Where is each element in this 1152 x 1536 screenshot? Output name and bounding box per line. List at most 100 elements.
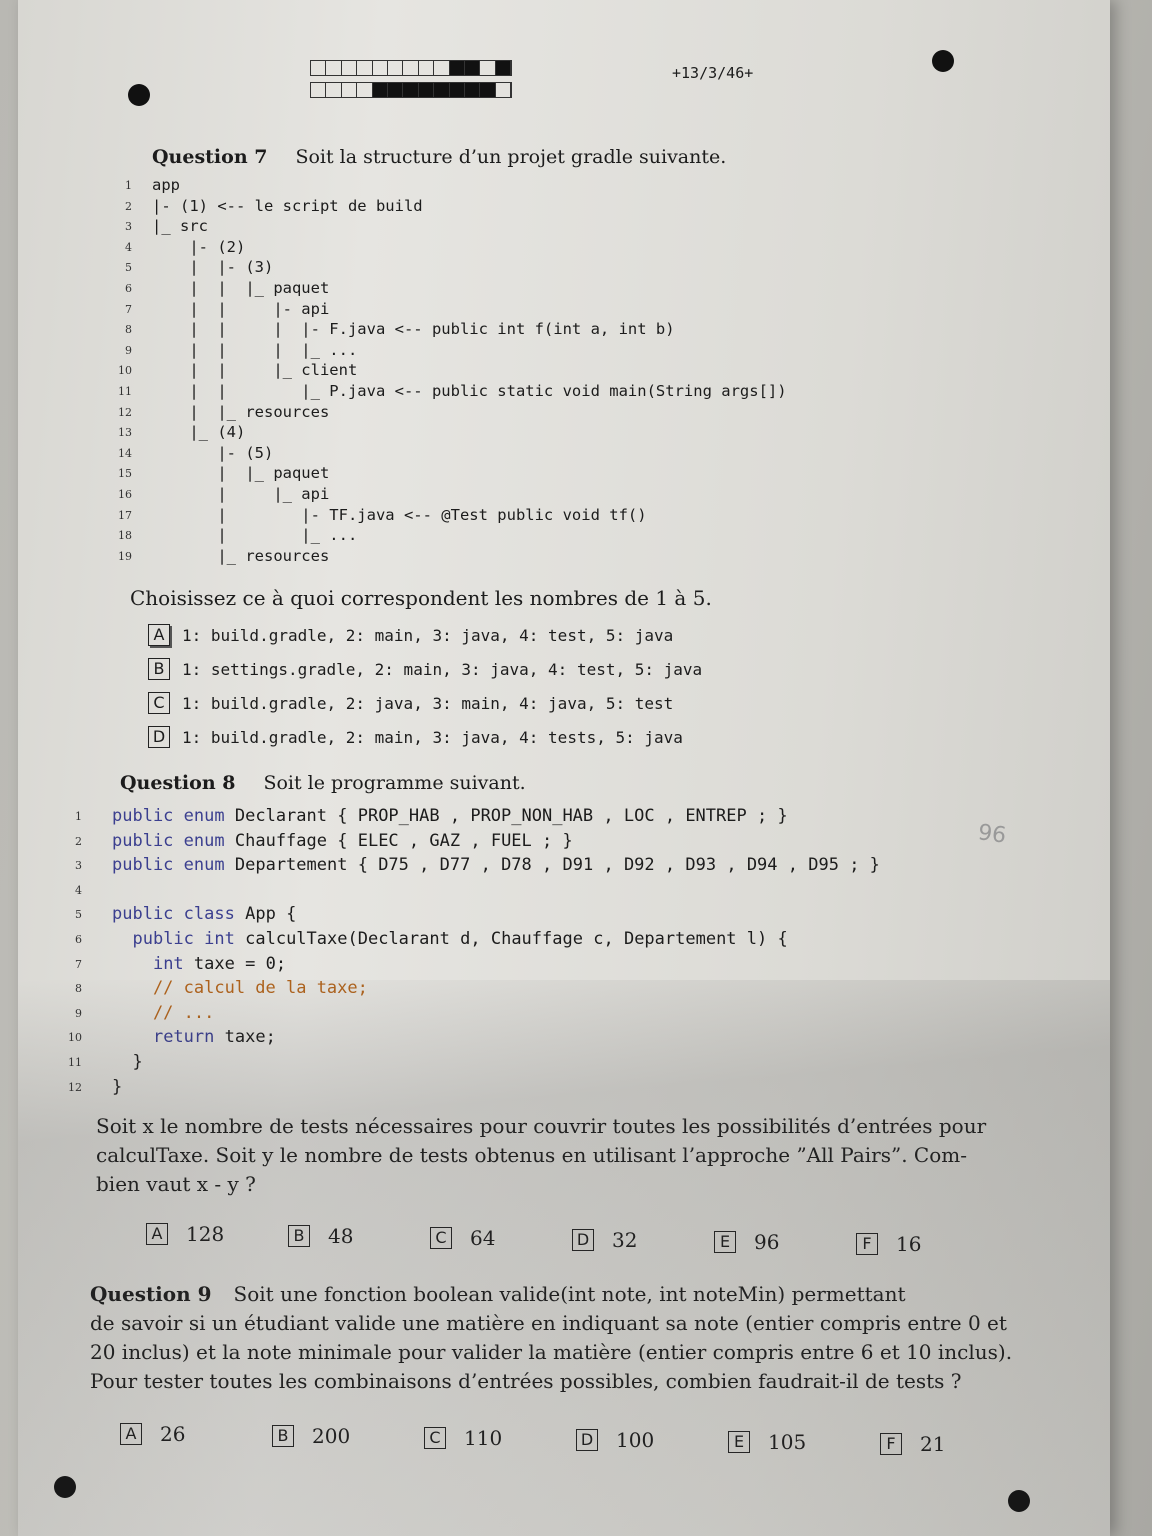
- line-number: 3: [75, 859, 82, 873]
- option-b[interactable]: B 1: settings.gradle, 2: main, 3: java, 4…: [148, 658, 702, 680]
- checkbox-c[interactable]: C: [430, 1227, 452, 1249]
- line-number: 14: [118, 446, 132, 460]
- barcode-top: [310, 60, 512, 76]
- tree-line: | |_ resources: [152, 402, 330, 421]
- line-number: 4: [125, 240, 132, 254]
- checkbox-f[interactable]: F: [880, 1433, 902, 1455]
- code-line: public enum Departement { D75 , D77 , D7…: [112, 855, 880, 876]
- checkbox-d[interactable]: D: [572, 1229, 594, 1251]
- corner-marker-top-right: [932, 50, 954, 72]
- code-line: public int calculTaxe(Declarant d, Chauf…: [132, 929, 788, 949]
- option-c[interactable]: C 1: build.gradle, 2: java, 3: main, 4: j…: [148, 692, 673, 714]
- tree-line: | |- (3): [152, 258, 274, 277]
- tree-line: app: [152, 176, 180, 194]
- answer-value: 100: [616, 1428, 655, 1452]
- question-8-text: Soit le programme suivant.: [263, 772, 526, 794]
- option-d[interactable]: D 1: build.gradle, 2: main, 3: java, 4: t…: [148, 726, 683, 748]
- code-line: public enum Declarant { PROP_HAB , PROP_…: [112, 806, 788, 826]
- answer-value: 110: [464, 1426, 503, 1450]
- question-9-line-4: Pour tester toutes les combinaisons d’en…: [90, 1369, 962, 1393]
- line-number: 8: [75, 982, 82, 996]
- line-number: 11: [118, 385, 132, 398]
- checkbox-d[interactable]: D: [148, 726, 170, 748]
- q8-answer-a[interactable]: A 128: [146, 1222, 224, 1246]
- option-text: 1: build.gradle, 2: java, 3: main, 4: ja…: [182, 693, 674, 713]
- line-number: 1: [125, 179, 132, 192]
- option-text: 1: build.gradle, 2: main, 3: java, 4: te…: [182, 727, 683, 747]
- question-9-line-1: Soit une fonction boolean valide(int not…: [233, 1282, 906, 1306]
- line-number: 5: [125, 261, 132, 275]
- code-line: public class App {: [112, 904, 297, 925]
- question-9-line-3: 20 inclus) et la note minimale pour vali…: [90, 1340, 1013, 1364]
- tree-line: | | | |- F.java <-- public int f(int a, …: [152, 320, 675, 339]
- line-number: 3: [125, 220, 132, 234]
- code-line: public enum Chauffage { ELEC , GAZ , FUE…: [112, 830, 573, 851]
- q8-answer-f[interactable]: F 16: [856, 1232, 921, 1256]
- question-7-heading: Question 7 Soit la structure d’un projet …: [152, 146, 726, 168]
- question-7-label: Question 7: [152, 146, 268, 168]
- line-number: 9: [75, 1006, 82, 1020]
- answer-value: 128: [186, 1222, 225, 1246]
- code-line: }: [112, 1076, 123, 1097]
- tree-line: |_ resources: [152, 546, 330, 565]
- tree-line: |- (2): [152, 237, 246, 256]
- line-number: 13: [118, 426, 132, 440]
- answer-value: 48: [328, 1224, 354, 1248]
- q8-answer-c[interactable]: C 64: [430, 1226, 495, 1250]
- option-text: 1: build.gradle, 2: main, 3: java, 4: te…: [182, 625, 674, 645]
- checkbox-f[interactable]: F: [856, 1233, 878, 1255]
- q8-answer-d[interactable]: D 32: [572, 1228, 637, 1252]
- line-number: 12: [68, 1080, 82, 1094]
- q8-answer-b[interactable]: B 48: [288, 1224, 353, 1248]
- checkbox-c[interactable]: C: [148, 692, 170, 714]
- line-number: 19: [118, 549, 132, 563]
- tree-line: |- (5): [152, 443, 274, 462]
- q9-answer-c[interactable]: C 110: [424, 1426, 502, 1450]
- question-8-line-2: calculTaxe. Soit y le nombre de tests ob…: [96, 1143, 967, 1167]
- line-number: 15: [118, 467, 132, 481]
- code-line: }: [112, 1052, 143, 1072]
- tree-line: | |_ api: [152, 485, 330, 503]
- q9-answer-d[interactable]: D 100: [576, 1428, 654, 1452]
- q9-answer-f[interactable]: F 21: [880, 1432, 945, 1456]
- tree-line: | |_ paquet: [152, 464, 330, 483]
- tree-line: | |_ ...: [152, 526, 358, 545]
- question-8-heading: Question 8 Soit le programme suivant.: [120, 772, 526, 794]
- question-9-line-2: de savoir si un étudiant valide une mati…: [90, 1311, 1007, 1335]
- line-number: 6: [125, 282, 132, 295]
- line-number: 8: [125, 323, 132, 337]
- tree-line: | | |- api: [152, 299, 330, 318]
- q9-answer-e[interactable]: E 105: [728, 1430, 806, 1454]
- checkbox-a[interactable]: A: [146, 1223, 168, 1245]
- q9-answer-b[interactable]: B 200: [272, 1424, 350, 1448]
- tree-line: | |- TF.java <-- @Test public void tf(): [152, 505, 647, 524]
- checkbox-e[interactable]: E: [714, 1231, 736, 1253]
- code-line: // ...: [112, 1002, 215, 1023]
- option-a[interactable]: A 1: build.gradle, 2: main, 3: java, 4: t…: [148, 624, 673, 646]
- tree-line: | | |_ client: [152, 361, 358, 380]
- checkbox-d[interactable]: D: [576, 1429, 598, 1451]
- q8-answer-e[interactable]: E 96: [714, 1230, 779, 1254]
- tree-line: |_ (4): [152, 423, 246, 442]
- line-number: 17: [118, 508, 132, 522]
- question-7-text: Soit la structure d’un projet gradle sui…: [295, 146, 727, 168]
- code-line: // calcul de la taxe;: [112, 978, 368, 999]
- checkbox-b[interactable]: B: [272, 1425, 294, 1447]
- checkbox-b[interactable]: B: [148, 658, 170, 680]
- answer-value: 32: [612, 1228, 638, 1252]
- tree-line: |_ src: [152, 217, 208, 236]
- question-8-line-1: Soit x le nombre de tests nécessaires po…: [96, 1114, 987, 1138]
- line-number: 10: [68, 1031, 82, 1045]
- checkbox-a[interactable]: A: [148, 624, 170, 646]
- answer-value: 96: [754, 1230, 780, 1254]
- checkbox-e[interactable]: E: [728, 1431, 750, 1453]
- question-7-prompt: Choisissez ce à quoi correspondent les n…: [130, 586, 712, 610]
- q9-answer-a[interactable]: A 26: [120, 1422, 185, 1446]
- answer-value: 21: [920, 1432, 946, 1456]
- checkbox-a[interactable]: A: [120, 1423, 142, 1445]
- checkbox-b[interactable]: B: [288, 1225, 310, 1247]
- checkbox-c[interactable]: C: [424, 1427, 446, 1449]
- line-number: 1: [75, 810, 82, 823]
- line-number: 7: [75, 957, 82, 971]
- question-8-label: Question 8: [120, 772, 236, 794]
